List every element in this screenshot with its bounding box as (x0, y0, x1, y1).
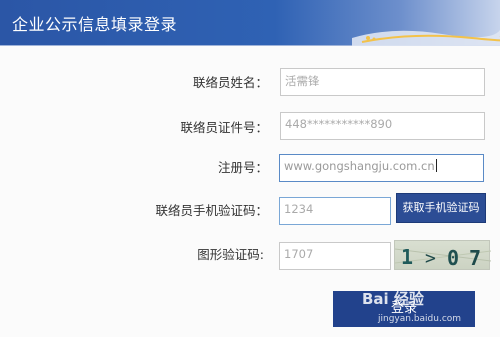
text-cursor (435, 159, 437, 172)
contact-name-value: 活需锋 (285, 74, 320, 88)
registration-number-input[interactable]: www.gongshangju.com.cn (279, 154, 484, 182)
svg-text:1: 1 (401, 245, 413, 269)
captcha-label: 图形验证码: (197, 247, 264, 262)
header-decoration-icon (352, 30, 500, 46)
sms-code-label: 联络员手机验证码： (155, 203, 268, 218)
contact-name-label: 联络员姓名： (192, 75, 268, 90)
page-title: 企业公示信息填录登录 (12, 15, 178, 34)
contact-name-input[interactable]: 活需锋 (280, 68, 485, 96)
captcha-image[interactable]: 1 > 0 7 (394, 240, 492, 270)
contact-id-label: 联络员证件号： (180, 120, 268, 135)
page-header: 企业公示信息填录登录 (0, 0, 500, 46)
sms-code-input[interactable]: 1234 (279, 197, 391, 225)
get-sms-code-button[interactable]: 获取手机验证码 (396, 193, 486, 223)
login-page: 企业公示信息填录登录 联络员姓名： 活需锋 联络员证件号： 448*******… (0, 0, 500, 337)
svg-text:7: 7 (469, 246, 481, 270)
registration-number-label: 注册号： (217, 160, 268, 175)
contact-id-input[interactable]: 448***********890 (280, 112, 485, 140)
contact-id-value: 448***********890 (285, 117, 393, 131)
captcha-value: 1707 (284, 247, 314, 261)
sms-code-value: 1234 (284, 202, 314, 216)
login-button[interactable]: 登录 (333, 291, 475, 327)
svg-text:>: > (425, 248, 436, 269)
registration-number-value: www.gongshangju.com.cn (284, 159, 435, 173)
captcha-graphic: 1 > 0 7 (394, 245, 492, 270)
svg-text:0: 0 (447, 246, 459, 270)
captcha-input[interactable]: 1707 (279, 242, 391, 270)
